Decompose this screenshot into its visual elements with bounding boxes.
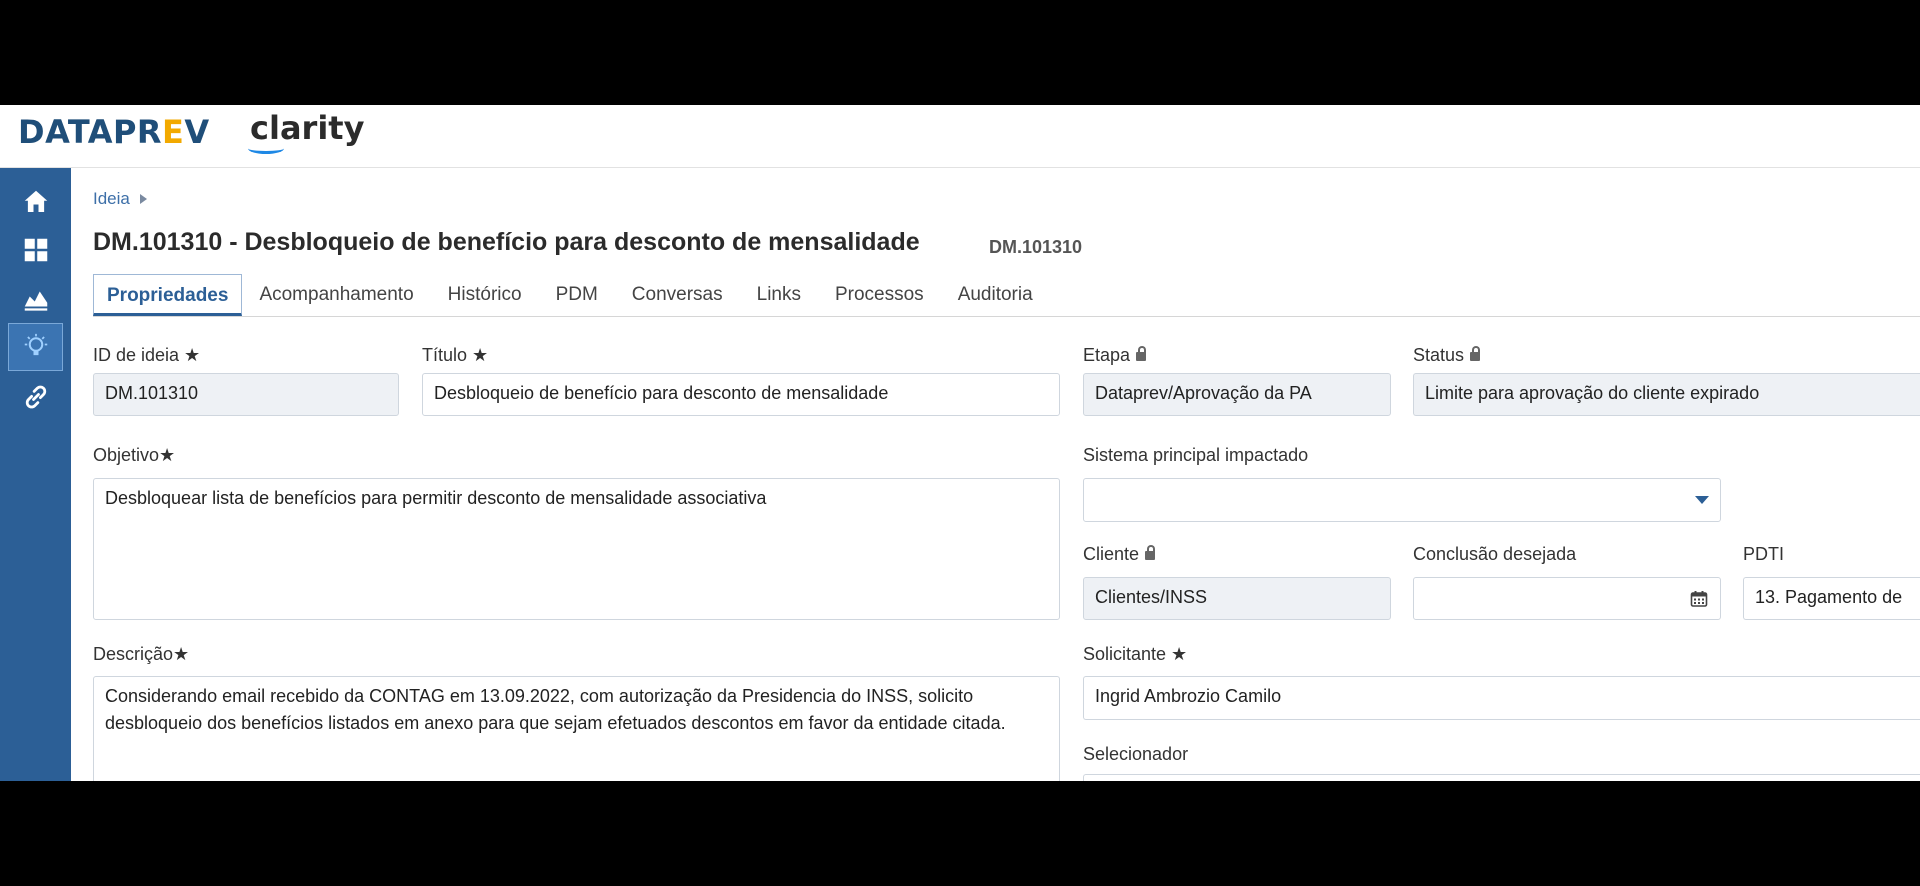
nav-links[interactable]	[8, 373, 63, 421]
cliente-label: Cliente	[1083, 544, 1156, 565]
lock-icon	[1470, 346, 1481, 361]
conclusao-date-field[interactable]	[1413, 577, 1721, 620]
etapa-field[interactable]: Dataprev/Aprovação da PA	[1083, 373, 1391, 416]
link-icon	[25, 385, 46, 409]
page-title-id: DM.101310	[989, 237, 1083, 257]
conclusao-label: Conclusão desejada	[1413, 544, 1577, 564]
status-label: Status	[1413, 345, 1481, 366]
nav-home[interactable]	[8, 178, 63, 226]
sidebar	[0, 168, 71, 781]
tab-pdm[interactable]: PDM	[539, 274, 615, 316]
sistema-label: Sistema principal impactado	[1083, 445, 1309, 465]
breadcrumb: Ideia	[93, 189, 147, 209]
titulo-label: Título ★	[422, 345, 489, 365]
header: DATAPREV clarity	[0, 105, 1920, 168]
tab-bar: Propriedades Acompanhamento Histórico PD…	[93, 274, 1920, 317]
page-title: DM.101310 - Desbloqueio de benefício par…	[93, 228, 920, 256]
solicitante-field[interactable]: Ingrid Ambrozio Camilo	[1083, 676, 1920, 720]
sistema-select[interactable]	[1083, 478, 1721, 522]
logo-text-end: V	[184, 113, 210, 151]
tab-historico[interactable]: Histórico	[431, 274, 539, 316]
calendar-icon[interactable]	[1690, 590, 1708, 608]
status-field[interactable]: Limite para aprovação do cliente expirad…	[1413, 373, 1920, 416]
nav-ideas[interactable]	[8, 323, 63, 371]
status-label-text: Status	[1413, 345, 1465, 365]
pdti-label: PDTI	[1743, 544, 1785, 564]
tab-processos[interactable]: Processos	[818, 274, 941, 316]
descricao-label: Descrição★	[93, 644, 190, 664]
chevron-down-icon[interactable]	[1695, 496, 1709, 504]
lightbulb-icon	[24, 333, 47, 356]
cliente-label-text: Cliente	[1083, 544, 1140, 564]
clarity-swoosh	[248, 143, 284, 154]
nav-chart[interactable]	[8, 275, 63, 323]
app-window: DATAPREV clarity Ideia DM.101310 - Desbl…	[0, 105, 1920, 781]
descricao-textarea[interactable]: Considerando email recebido da CONTAG em…	[93, 676, 1060, 781]
cliente-field[interactable]: Clientes/INSS	[1083, 577, 1391, 620]
home-icon	[24, 190, 47, 212]
lock-icon	[1145, 545, 1156, 560]
pdti-field[interactable]: 13. Pagamento de	[1743, 577, 1920, 620]
selecionador-label: Selecionador	[1083, 744, 1189, 764]
chevron-right-icon	[139, 194, 147, 204]
tab-acompanhamento[interactable]: Acompanhamento	[242, 274, 430, 316]
nav-dashboard[interactable]	[8, 226, 63, 274]
tab-conversas[interactable]: Conversas	[615, 274, 740, 316]
logo-text: DATAPR	[18, 113, 163, 151]
tab-links[interactable]: Links	[740, 274, 818, 316]
tab-propriedades[interactable]: Propriedades	[93, 274, 243, 316]
objetivo-textarea[interactable]: Desbloquear lista de benefícios para per…	[93, 478, 1060, 620]
id-field[interactable]: DM.101310	[93, 373, 399, 416]
tab-auditoria[interactable]: Auditoria	[941, 274, 1050, 316]
objetivo-label: Objetivo★	[93, 445, 176, 465]
id-label: ID de ideia ★	[93, 345, 201, 365]
logo-accent: E	[162, 113, 185, 151]
breadcrumb-ideia-link[interactable]: Ideia	[93, 189, 130, 209]
selecionador-field[interactable]	[1083, 774, 1920, 781]
clarity-logo[interactable]: clarity	[250, 109, 364, 147]
etapa-label-text: Etapa	[1083, 345, 1131, 365]
lock-icon	[1136, 346, 1147, 361]
dataprev-logo[interactable]: DATAPREV	[18, 113, 210, 151]
solicitante-label: Solicitante ★	[1083, 644, 1188, 664]
chart-icon	[24, 291, 47, 311]
dashboard-icon	[24, 238, 47, 262]
titulo-field[interactable]: Desbloqueio de benefício para desconto d…	[422, 373, 1060, 416]
etapa-label: Etapa	[1083, 345, 1147, 366]
main-content: Ideia DM.101310 - Desbloqueio de benefíc…	[71, 168, 1920, 781]
